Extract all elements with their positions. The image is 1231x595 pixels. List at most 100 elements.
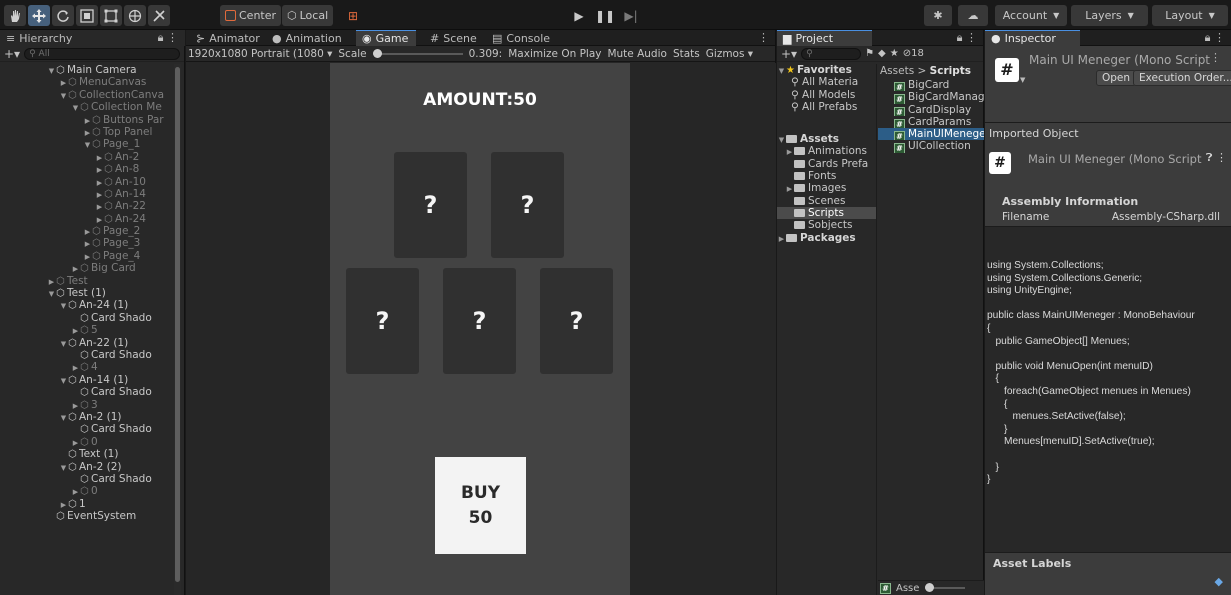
favorites-folder[interactable]: ▼ ★ Favorites [777, 64, 876, 76]
script-asset-item[interactable]: # CardParams [878, 116, 984, 129]
step-button[interactable]: ▶| [618, 5, 644, 26]
expand-right-icon[interactable]: ▶ [95, 201, 104, 212]
expand-right-icon[interactable]: ▶ [95, 177, 104, 188]
tab-animator[interactable]: ⊱ Animator [190, 30, 262, 46]
filter-type-icon[interactable]: ⚑ [865, 48, 874, 59]
hierarchy-row[interactable]: ▶ ⬡ Page_4 [0, 250, 175, 262]
favorite-item[interactable]: ⚲ All Materia [777, 76, 876, 88]
hierarchy-row[interactable]: ▼ ⬡ Main Camera [0, 64, 175, 76]
tab-animation[interactable]: ● Animation [266, 30, 351, 46]
hierarchy-row[interactable]: ▶ ⬡ 4 [0, 361, 175, 373]
services-icon[interactable]: ✱ [924, 5, 952, 26]
chevron-down-icon[interactable]: ▼ [1020, 76, 1025, 84]
lock-menu-icon[interactable]: 🔒︎ ⋮ [158, 31, 178, 45]
add-object-button[interactable]: +▾ [4, 47, 20, 61]
asset-folder-item[interactable]: Fonts [777, 170, 876, 182]
expand-right-icon[interactable]: ▶ [59, 77, 68, 88]
asset-folder-item[interactable]: ▶ Images [777, 182, 876, 194]
expand-down-icon[interactable]: ▼ [777, 134, 786, 145]
mute-audio-toggle[interactable]: Mute Audio [607, 48, 666, 60]
rotate-tool-icon[interactable] [52, 5, 74, 26]
hierarchy-search-input[interactable]: ⚲ All [24, 47, 180, 60]
tab-scene[interactable]: # Scene [424, 30, 482, 46]
expand-down-icon[interactable]: ▼ [71, 102, 80, 113]
hierarchy-scrollbar[interactable] [174, 64, 181, 595]
pivot-center-toggle[interactable]: Center [220, 5, 282, 26]
help-menu-icon[interactable]: ❓︎ ⋮ [1206, 151, 1227, 165]
favorite-item[interactable]: ⚲ All Models [777, 89, 876, 101]
pause-button[interactable]: ❚❚ [592, 5, 618, 26]
transform-tool-icon[interactable] [124, 5, 146, 26]
expand-right-icon[interactable]: ▶ [785, 146, 794, 157]
execution-order-button[interactable]: Execution Order... [1133, 70, 1231, 86]
hierarchy-row[interactable]: ▼ ⬡ CollectionCanva [0, 89, 175, 101]
open-button[interactable]: Open [1096, 70, 1137, 86]
more-menu-icon[interactable]: ⋮ [1210, 51, 1221, 64]
expand-right-icon[interactable]: ▶ [71, 486, 80, 497]
hierarchy-row[interactable]: ⬡ Text (1) [0, 448, 175, 460]
filter-label-icon[interactable]: ◆ [878, 48, 886, 59]
hierarchy-row[interactable]: ⬡ Card Shado [0, 423, 175, 435]
hierarchy-row[interactable]: ▶ ⬡ 3 [0, 399, 175, 411]
breadcrumb-current[interactable]: Scripts [930, 65, 971, 77]
card-slot-5[interactable]: ? [540, 268, 613, 374]
hierarchy-row[interactable]: ▶ ⬡ Buttons Par [0, 114, 175, 126]
expand-right-icon[interactable]: ▶ [95, 164, 104, 175]
expand-right-icon[interactable]: ▶ [83, 115, 92, 126]
move-tool-icon[interactable] [28, 5, 50, 26]
hierarchy-row[interactable]: ⬡ Card Shado [0, 312, 175, 324]
hierarchy-row[interactable]: ▼ ⬡ An-24 (1) [0, 299, 175, 311]
layers-dropdown[interactable]: Layers ▼ [1071, 5, 1148, 26]
hierarchy-row[interactable]: ▶ ⬡ Top Panel [0, 126, 175, 138]
layout-dropdown[interactable]: Layout ▼ [1152, 5, 1228, 26]
expand-right-icon[interactable]: ▶ [71, 263, 80, 274]
hierarchy-row[interactable]: ▶ ⬡ 5 [0, 324, 175, 336]
expand-right-icon[interactable]: ▶ [59, 499, 68, 510]
hierarchy-row[interactable]: ▶ ⬡ An-8 [0, 163, 175, 175]
hierarchy-row[interactable]: ⬡ Card Shado [0, 349, 175, 361]
hierarchy-row[interactable]: ▶ ⬡ An-2 [0, 151, 175, 163]
hand-tool-icon[interactable] [4, 5, 26, 26]
gizmos-dropdown[interactable]: Gizmos ▾ [706, 48, 753, 60]
expand-right-icon[interactable]: ▶ [71, 400, 80, 411]
scale-tool-icon[interactable] [76, 5, 98, 26]
expand-right-icon[interactable]: ▶ [785, 183, 794, 194]
hierarchy-row[interactable]: ▼ ⬡ An-14 (1) [0, 374, 175, 386]
card-slot-2[interactable]: ? [491, 152, 564, 258]
asset-folder-item[interactable]: Cards Prefa [777, 158, 876, 170]
resolution-dropdown[interactable]: 1920x1080 Portrait (1080 ▾ [188, 48, 332, 60]
hierarchy-row[interactable]: ▶ ⬡ An-24 [0, 213, 175, 225]
hierarchy-row[interactable]: ▶ ⬡ MenuCanvas [0, 76, 175, 88]
maximize-on-play-toggle[interactable]: Maximize On Play [508, 48, 601, 60]
expand-down-icon[interactable]: ▼ [59, 412, 68, 423]
hierarchy-row[interactable]: ▶ ⬡ Big Card [0, 262, 175, 274]
hidden-packages-toggle[interactable]: ⊘18 [903, 48, 924, 59]
expand-right-icon[interactable]: ▶ [95, 189, 104, 200]
expand-down-icon[interactable]: ▼ [777, 65, 786, 76]
hierarchy-row[interactable]: ▶ ⬡ 0 [0, 485, 175, 497]
tab-console[interactable]: ▤ Console [486, 30, 556, 46]
expand-right-icon[interactable]: ▶ [83, 238, 92, 249]
expand-right-icon[interactable]: ▶ [83, 127, 92, 138]
snap-grid-icon[interactable]: ⊞ [342, 5, 364, 26]
expand-right-icon[interactable]: ▶ [47, 276, 56, 287]
script-asset-item[interactable]: # BigCard [878, 79, 984, 92]
game-viewport[interactable]: AMOUNT:50 ? ? ? ? ? BUY 50 [186, 63, 776, 595]
scrollbar-thumb[interactable] [175, 67, 180, 582]
expand-right-icon[interactable]: ▶ [71, 325, 80, 336]
expand-down-icon[interactable]: ▼ [83, 139, 92, 150]
project-search-input[interactable]: ⚲ [801, 47, 862, 60]
hierarchy-row[interactable]: ▶ ⬡ 0 [0, 436, 175, 448]
hierarchy-row[interactable]: ⬡ Card Shado [0, 473, 175, 485]
card-slot-3[interactable]: ? [346, 268, 419, 374]
label-tag-icon[interactable]: ◆ [1215, 575, 1223, 588]
hierarchy-row[interactable]: ▼ ⬡ Test (1) [0, 287, 175, 299]
favorite-star-icon[interactable]: ★ [890, 48, 899, 59]
expand-right-icon[interactable]: ▶ [83, 226, 92, 237]
expand-down-icon[interactable]: ▼ [47, 65, 56, 76]
rect-tool-icon[interactable] [100, 5, 122, 26]
cloud-icon[interactable]: ☁ [958, 5, 988, 26]
assets-folder[interactable]: ▼ Assets [777, 133, 876, 145]
expand-right-icon[interactable]: ▶ [71, 437, 80, 448]
card-slot-4[interactable]: ? [443, 268, 516, 374]
